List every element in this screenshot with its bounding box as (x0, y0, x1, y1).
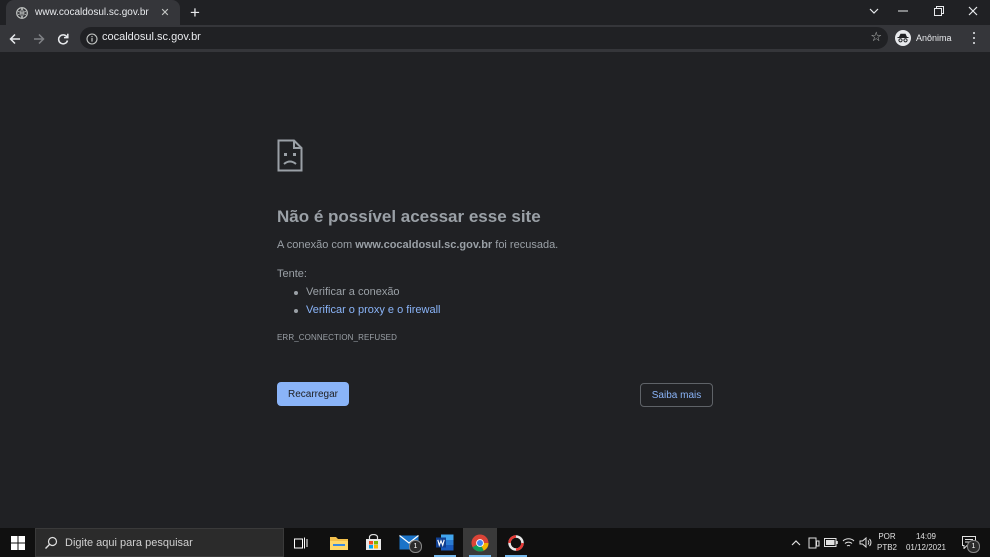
reload-page-button[interactable]: Recarregar (277, 382, 349, 406)
search-placeholder: Digite aqui para pesquisar (65, 537, 193, 549)
device-icon (808, 537, 820, 548)
battery-icon (824, 538, 838, 547)
windows-logo-icon (10, 535, 25, 550)
back-button[interactable] (4, 28, 26, 50)
incognito-profile-button[interactable]: Anônima (895, 28, 952, 48)
arrow-left-icon (9, 33, 20, 45)
chevron-down-icon (869, 8, 879, 14)
app-button[interactable] (499, 528, 533, 557)
error-title: Não é possível acessar esse site (277, 207, 541, 226)
action-center-button[interactable]: 1 (954, 528, 984, 557)
new-tab-button[interactable]: + (186, 4, 204, 22)
error-description: A conexão com www.cocaldosul.sc.gov.br f… (277, 239, 558, 251)
clock-time: 14:09 (915, 532, 937, 541)
mail-count-badge: 1 (409, 540, 422, 553)
close-tab-icon[interactable]: ✕ (158, 6, 172, 20)
error-desc-prefix: A conexão com (277, 239, 356, 251)
forward-button[interactable] (28, 28, 50, 50)
folder-icon (330, 537, 348, 550)
speaker-icon (859, 537, 871, 548)
tab-title: www.cocaldosul.sc.gov.br (35, 7, 149, 18)
address-bar[interactable]: cocaldosul.sc.gov.br ☆ (80, 27, 888, 49)
task-view-button[interactable] (284, 528, 318, 557)
tray-device-button[interactable] (806, 528, 822, 557)
close-icon (968, 6, 978, 16)
browser-toolbar: cocaldosul.sc.gov.br ☆ Anônima (0, 25, 990, 52)
menu-kebab-icon[interactable] (968, 30, 980, 46)
globe-icon (16, 6, 28, 19)
store-button[interactable] (356, 528, 390, 557)
windows-taskbar: Digite aqui para pesquisar 1 POR PTB2 14… (0, 528, 990, 557)
word-icon (436, 534, 454, 551)
arrow-right-icon (34, 33, 45, 45)
url-text[interactable]: cocaldosul.sc.gov.br (102, 31, 201, 43)
battery-button[interactable] (823, 528, 839, 557)
file-explorer-button[interactable] (322, 528, 356, 557)
word-button[interactable] (428, 528, 462, 557)
wifi-icon (842, 538, 854, 547)
language-code: POR (878, 532, 896, 541)
close-window-button[interactable] (956, 0, 990, 22)
keyboard-layout: PTB2 (876, 543, 897, 552)
notification-count-badge: 1 (967, 540, 980, 553)
sad-page-icon (277, 139, 303, 172)
task-view-icon (294, 537, 308, 548)
clock-button[interactable]: 14:09 01/12/2021 (900, 531, 952, 553)
minimize-icon (898, 10, 908, 12)
incognito-icon (895, 30, 911, 46)
start-button[interactable] (0, 528, 35, 557)
suggestion-check-connection: Verificar a conexão (293, 286, 441, 304)
suggestion-check-proxy-link[interactable]: Verificar o proxy e o firewall (293, 304, 441, 322)
volume-button[interactable] (857, 528, 873, 557)
restore-icon (934, 6, 944, 16)
error-code: ERR_CONNECTION_REFUSED (277, 333, 397, 342)
store-icon (365, 534, 381, 550)
chrome-button-active[interactable] (463, 528, 497, 557)
network-button[interactable] (840, 528, 856, 557)
chrome-icon (471, 534, 489, 552)
error-page: Não é possível acessar esse site A conex… (0, 52, 990, 528)
error-host: www.cocaldosul.sc.gov.br (355, 239, 493, 251)
chevron-up-icon (791, 539, 801, 545)
bookmark-star-icon[interactable]: ☆ (870, 29, 882, 45)
learn-more-button[interactable]: Saiba mais (640, 383, 713, 407)
restore-button[interactable] (922, 0, 956, 22)
error-desc-suffix: foi recusada. (492, 239, 559, 251)
app-ring-icon (508, 534, 524, 551)
taskbar-search-box[interactable]: Digite aqui para pesquisar (35, 528, 284, 557)
clock-date: 01/12/2021 (905, 543, 947, 552)
show-hidden-icons-button[interactable] (788, 528, 804, 557)
input-language-button[interactable]: POR PTB2 (876, 531, 898, 553)
info-icon[interactable] (86, 32, 98, 45)
mail-button[interactable]: 1 (392, 528, 426, 557)
search-icon (44, 536, 58, 550)
reload-button[interactable] (52, 28, 74, 50)
title-bar: www.cocaldosul.sc.gov.br ✕ + (0, 0, 990, 25)
try-label: Tente: (277, 268, 307, 280)
reload-icon (57, 33, 69, 45)
incognito-label: Anônima (916, 33, 952, 43)
minimize-button[interactable] (886, 0, 920, 22)
browser-tab-active[interactable]: www.cocaldosul.sc.gov.br ✕ (6, 0, 180, 25)
suggestions-list: Verificar a conexão Verificar o proxy e … (293, 286, 441, 322)
